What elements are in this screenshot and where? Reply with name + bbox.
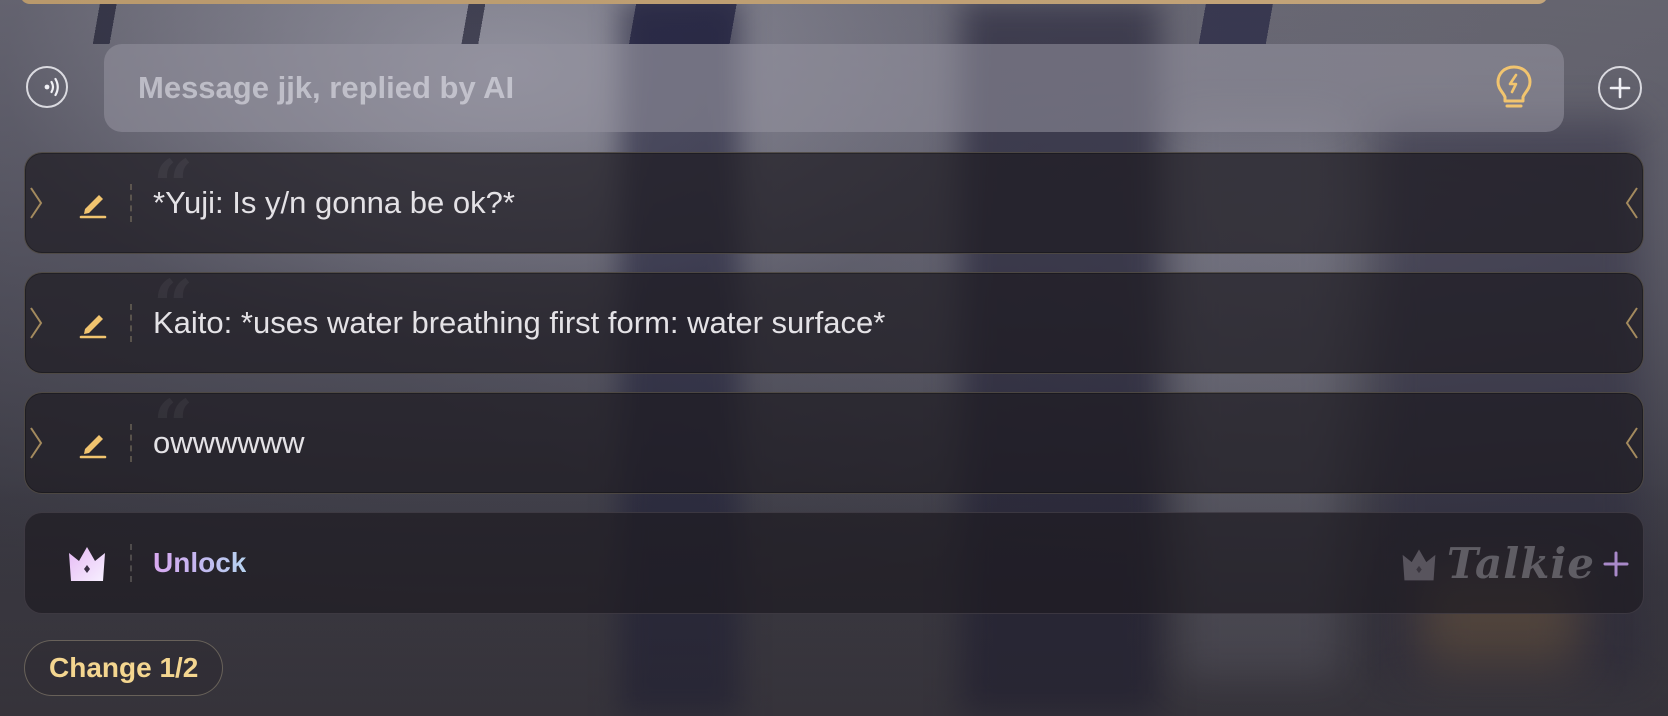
plus-circle-icon	[1609, 77, 1631, 99]
pencil-edit-icon[interactable]	[77, 307, 109, 339]
message-input-box[interactable]	[104, 44, 1564, 132]
change-suggestions-button[interactable]: Change 1/2	[24, 640, 224, 696]
card-divider	[130, 544, 132, 582]
suggestion-text: owwwwww	[153, 425, 305, 460]
card-divider	[130, 424, 132, 462]
card-edge-ornament	[30, 427, 43, 459]
card-divider	[130, 304, 132, 342]
card-edge-ornament	[1625, 427, 1638, 459]
voice-button[interactable]	[26, 66, 68, 108]
card-edge-ornament	[1625, 307, 1638, 339]
voice-wave-icon	[44, 77, 59, 97]
unlock-label: Unlock	[153, 513, 246, 613]
card-edge-ornament	[1625, 187, 1638, 219]
suggestion-text: Kaito: *uses water breathing first form:…	[153, 305, 886, 340]
suggestion-card[interactable]: “ *Yuji: Is y/n gonna be ok?*	[24, 151, 1644, 254]
card-edge-ornament	[30, 307, 43, 339]
card-divider	[130, 184, 132, 222]
suggestion-hint-button[interactable]	[1492, 63, 1536, 113]
suggestion-card[interactable]: “ owwwwww	[24, 391, 1644, 494]
background-art	[0, 0, 1668, 44]
crown-icon	[1402, 548, 1436, 580]
crown-icon	[69, 547, 105, 581]
brand-name: Talkie	[1446, 539, 1595, 588]
previous-message-edge	[20, 0, 1548, 4]
pencil-edit-icon[interactable]	[77, 187, 109, 219]
add-button[interactable]	[1598, 66, 1642, 110]
pencil-edit-icon[interactable]	[77, 427, 109, 459]
suggestion-card[interactable]: “ Kaito: *uses water breathing first for…	[24, 271, 1644, 374]
message-input[interactable]	[136, 69, 1492, 107]
talkie-plus-logo: Talkie	[1399, 539, 1629, 588]
lightbulb-icon	[1496, 65, 1532, 108]
card-edge-ornament	[30, 187, 43, 219]
suggestion-text: *Yuji: Is y/n gonna be ok?*	[153, 185, 515, 220]
unlock-card[interactable]: Unlock Talkie	[24, 512, 1644, 614]
sparkle-plus-icon	[1603, 551, 1629, 576]
chat-screen: “ *Yuji: Is y/n gonna be ok?* “ Kaito: *…	[0, 0, 1668, 716]
